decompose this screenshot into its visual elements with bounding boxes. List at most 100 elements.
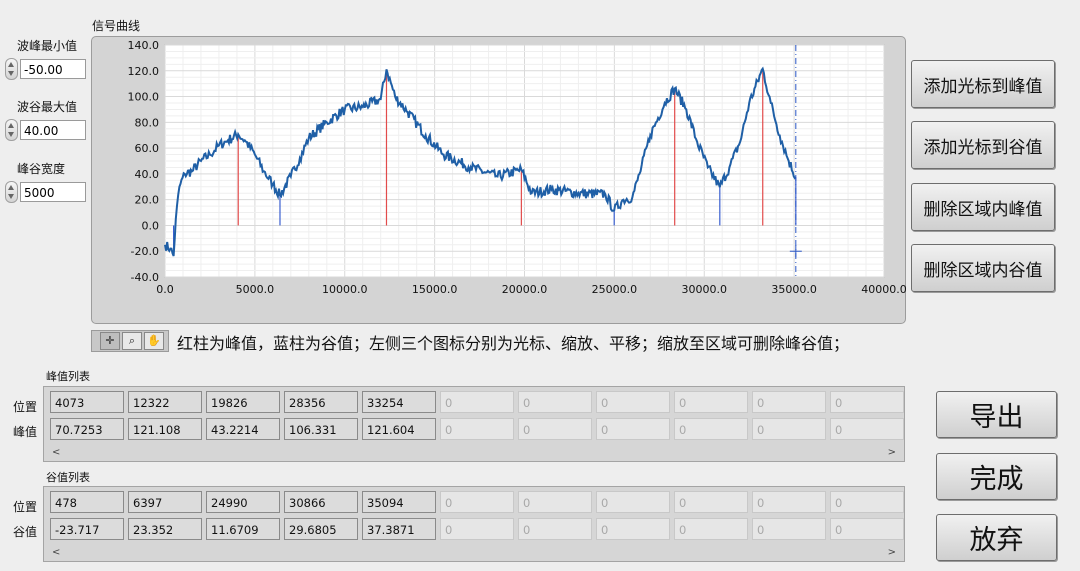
valley-table-cell[interactable]: 35094: [362, 491, 436, 513]
valley-table-cell[interactable]: 37.3871: [362, 518, 436, 540]
width-input[interactable]: 5000: [20, 182, 86, 202]
valley-table-cell[interactable]: 0: [830, 518, 904, 540]
valley-table-cell[interactable]: 0: [596, 491, 670, 513]
valley-table-scrollbar[interactable]: < >: [44, 547, 904, 561]
valley-max-label: 波谷最大值: [17, 100, 78, 114]
done-button[interactable]: 完成: [936, 453, 1057, 500]
peak-table-cell[interactable]: 0: [518, 391, 592, 413]
valley-table-cell[interactable]: 0: [596, 518, 670, 540]
peak-table-cell[interactable]: 33254: [362, 391, 436, 413]
zoom-icon[interactable]: ⌕: [122, 332, 142, 350]
x-tick-label: 15000.0: [412, 283, 458, 296]
valley-table-cell[interactable]: 0: [752, 491, 826, 513]
x-tick-label: 5000.0: [236, 283, 275, 296]
valley-table-title: 谷值列表: [46, 471, 90, 484]
x-tick-label: 40000.0: [861, 283, 906, 296]
peak-table-cell[interactable]: 0: [830, 391, 904, 413]
scroll-right-icon[interactable]: >: [888, 447, 896, 458]
valley-table-cell[interactable]: 0: [440, 491, 514, 513]
add-cursor-peak-button[interactable]: 添加光标到峰值: [911, 60, 1055, 108]
valley-table-cell[interactable]: 0: [518, 491, 592, 513]
export-button[interactable]: 导出: [936, 391, 1057, 438]
peak-table-cell[interactable]: 4073: [50, 391, 124, 413]
peak-table-cell[interactable]: 43.2214: [206, 418, 280, 440]
peak-row-label-value: 峰值: [13, 425, 38, 439]
width-control[interactable]: 5000: [5, 181, 86, 203]
scroll-left-icon[interactable]: <: [52, 447, 60, 458]
x-tick-label: 25000.0: [592, 283, 638, 296]
cancel-button[interactable]: 放弃: [936, 514, 1057, 561]
peak-min-control[interactable]: -50.00: [5, 58, 86, 80]
y-tick-label: 0.0: [142, 219, 160, 232]
valley-table-cell[interactable]: 30866: [284, 491, 358, 513]
graph-note: 红柱为峰值，蓝柱为谷值；左侧三个图标分别为光标、缩放、平移；缩放至区域可删除峰谷…: [177, 334, 850, 353]
peak-table-cell[interactable]: 0: [674, 418, 748, 440]
valley-table-cell[interactable]: 0: [830, 491, 904, 513]
peak-table-cell[interactable]: 0: [596, 391, 670, 413]
graph-frame: 140.0 120.0 100.0 80.0 60.0 40.0 20.0 0.0 -20.0 -…: [91, 36, 906, 324]
peak-table-cell[interactable]: 70.7253: [50, 418, 124, 440]
y-tick-label: 40.0: [135, 168, 160, 181]
valley-table-cell[interactable]: 0: [674, 518, 748, 540]
valley-table-cell[interactable]: 6397: [128, 491, 202, 513]
valley-table-cell[interactable]: 11.6709: [206, 518, 280, 540]
scroll-left-icon[interactable]: <: [52, 547, 60, 558]
peak-table-cell[interactable]: 0: [440, 418, 514, 440]
valley-table-cell[interactable]: 23.352: [128, 518, 202, 540]
y-tick-label: -40.0: [131, 271, 159, 284]
cursor-icon[interactable]: ✛: [100, 332, 120, 350]
y-tick-label: 80.0: [135, 116, 160, 129]
valley-max-spinner[interactable]: [5, 119, 18, 141]
y-tick-label: 60.0: [135, 142, 160, 155]
valley-row-label-position: 位置: [13, 500, 38, 514]
x-tick-label: 30000.0: [682, 283, 728, 296]
peak-min-spinner[interactable]: [5, 58, 18, 80]
delete-peaks-button[interactable]: 删除区域内峰值: [911, 183, 1055, 231]
peak-table-cell[interactable]: 12322: [128, 391, 202, 413]
peak-table-cell[interactable]: 121.604: [362, 418, 436, 440]
x-tick-label: 20000.0: [502, 283, 548, 296]
peak-table-cell[interactable]: 0: [596, 418, 670, 440]
peak-min-label: 波峰最小值: [17, 39, 78, 53]
peak-table-cell[interactable]: 0: [830, 418, 904, 440]
scroll-right-icon[interactable]: >: [888, 547, 896, 558]
valley-table-cell[interactable]: -23.717: [50, 518, 124, 540]
y-tick-label: 20.0: [135, 194, 160, 207]
valley-table-cell[interactable]: 0: [440, 518, 514, 540]
valley-table: 478 6397 24990 30866 35094 0 0 0 0 0 0 -23.717 23.35…: [43, 486, 905, 562]
width-spinner[interactable]: [5, 181, 18, 203]
peak-table-scrollbar[interactable]: < >: [44, 447, 904, 461]
signal-chart[interactable]: 140.0 120.0 100.0 80.0 60.0 40.0 20.0 0.0 -20.0 -…: [91, 36, 907, 324]
y-tick-label: 100.0: [128, 91, 160, 104]
peak-table-cell[interactable]: 121.108: [128, 418, 202, 440]
valley-table-cell[interactable]: 0: [518, 518, 592, 540]
peak-table-cell[interactable]: 19826: [206, 391, 280, 413]
add-cursor-valley-button[interactable]: 添加光标到谷值: [911, 121, 1055, 169]
x-tick-label: 0.0: [156, 283, 174, 296]
pan-icon[interactable]: ✋: [144, 332, 164, 350]
peak-table-cell[interactable]: 0: [674, 391, 748, 413]
delete-valleys-button[interactable]: 删除区域内谷值: [911, 244, 1055, 292]
peak-min-input[interactable]: -50.00: [20, 59, 86, 79]
peak-table: 4073 12322 19826 28356 33254 0 0 0 0 0 0 70.7253 121…: [43, 386, 905, 462]
graph-title: 信号曲线: [92, 19, 141, 33]
y-tick-label: -20.0: [131, 245, 159, 258]
peak-table-cell[interactable]: 0: [752, 391, 826, 413]
y-tick-label: 120.0: [128, 65, 160, 78]
valley-table-cell[interactable]: 0: [674, 491, 748, 513]
valley-row-label-value: 谷值: [13, 525, 38, 539]
valley-table-cell[interactable]: 0: [752, 518, 826, 540]
peak-table-cell[interactable]: 28356: [284, 391, 358, 413]
valley-max-control[interactable]: 40.00: [5, 119, 86, 141]
peak-table-cell[interactable]: 106.331: [284, 418, 358, 440]
valley-table-cell[interactable]: 29.6805: [284, 518, 358, 540]
peak-table-cell[interactable]: 0: [752, 418, 826, 440]
peak-table-title: 峰值列表: [46, 370, 90, 383]
peak-table-cell[interactable]: 0: [518, 418, 592, 440]
valley-table-cell[interactable]: 24990: [206, 491, 280, 513]
valley-max-input[interactable]: 40.00: [20, 120, 86, 140]
width-label: 峰谷宽度: [17, 162, 66, 176]
valley-table-cell[interactable]: 478: [50, 491, 124, 513]
peak-table-cell[interactable]: 0: [440, 391, 514, 413]
x-tick-label: 10000.0: [322, 283, 368, 296]
